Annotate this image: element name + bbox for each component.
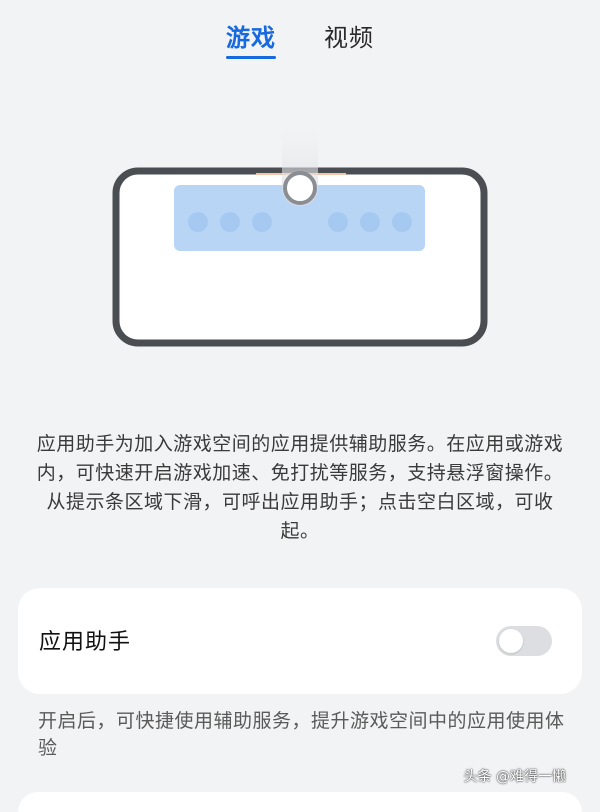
- setting-hint: 开启后，可快捷使用辅助服务，提升游戏空间中的应用使用体验: [38, 710, 565, 759]
- tab-bar: 游戏 视频: [0, 14, 600, 74]
- assistant-setting-card: 应用助手: [18, 588, 582, 694]
- tab-games[interactable]: 游戏: [226, 18, 276, 53]
- assistant-illustration: [0, 100, 600, 370]
- watermark: 头条 @难得一懒: [463, 769, 566, 785]
- phone-landscape-icon: [112, 118, 488, 347]
- feature-description: 应用助手为加入游戏空间的应用提供辅助服务。在应用或游戏内，可快速开启游戏加速、免…: [36, 433, 564, 542]
- pull-handle-icon: [283, 171, 317, 205]
- toggle-knob: [499, 629, 523, 653]
- assistant-toggle[interactable]: [496, 626, 552, 656]
- next-card-edge: [18, 792, 582, 812]
- active-tab-indicator: [226, 56, 276, 59]
- tab-video[interactable]: 视频: [324, 18, 374, 53]
- setting-label: 应用助手: [39, 630, 132, 655]
